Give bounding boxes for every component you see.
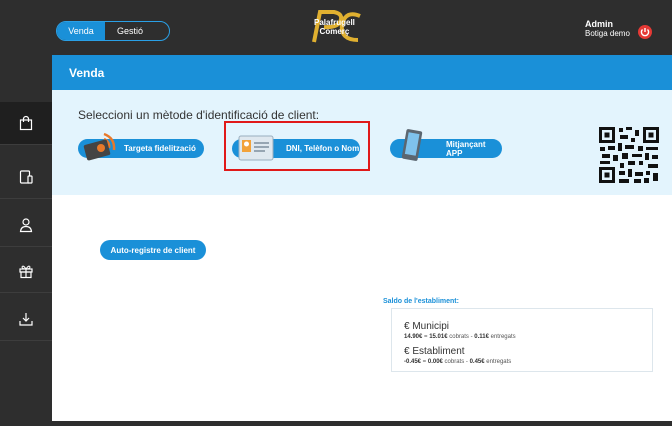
device-icon (19, 170, 33, 184)
user-info: Admin Botiga demo (585, 19, 630, 39)
municipi-title: € Municipi (404, 321, 450, 332)
gift-icon (19, 265, 33, 279)
user-name: Admin (585, 19, 613, 29)
sidebar-item-clients[interactable] (0, 204, 52, 247)
sidebar-item-downloads[interactable] (0, 298, 52, 341)
user-store: Botiga demo (585, 29, 630, 38)
sidebar (0, 55, 52, 426)
municipi-detail: 14.90€ = 15.01€ cobrats - 0.11€ entregat… (404, 334, 516, 340)
sidebar-item-devices[interactable] (0, 156, 52, 199)
sidebar-item-venda[interactable] (0, 102, 52, 145)
loyalty-card-label: Targeta fidelització (124, 144, 196, 153)
qr-code-icon[interactable] (598, 126, 660, 184)
selection-highlight (224, 121, 370, 171)
bottom-bar (0, 421, 672, 426)
page-header: Venda (52, 55, 672, 90)
identification-prompt: Seleccioni un mètode d'identificació de … (78, 108, 320, 122)
smartphone-icon (401, 129, 423, 161)
user-icon (19, 218, 33, 233)
logout-button[interactable] (638, 25, 652, 39)
app-label: Mitjançant APP (446, 139, 486, 158)
balance-title: Saldo de l'establiment: (383, 298, 459, 305)
auto-register-button[interactable]: Auto-registre de client (100, 240, 206, 260)
tab-gestio[interactable]: Gestió (105, 22, 169, 40)
mode-switch: Venda Gestió (56, 21, 170, 41)
shopping-bag-icon (19, 115, 33, 131)
top-bar: Venda Gestió Palafrugell Comerç Admin Bo… (0, 0, 672, 55)
logo-text: Palafrugell Comerç (314, 18, 355, 36)
download-tray-icon (19, 313, 33, 326)
sidebar-item-gifts[interactable] (0, 250, 52, 293)
page-title: Venda (69, 66, 105, 80)
tab-venda[interactable]: Venda (57, 22, 105, 40)
establiment-title: € Establiment (404, 346, 465, 357)
loyalty-card-icon (83, 132, 116, 161)
power-icon (640, 28, 650, 37)
establiment-detail: -0.45€ = 0.00€ cobrats - 0.45€ entregats (404, 359, 512, 365)
balance-box: € Municipi 14.90€ = 15.01€ cobrats - 0.1… (391, 308, 653, 372)
